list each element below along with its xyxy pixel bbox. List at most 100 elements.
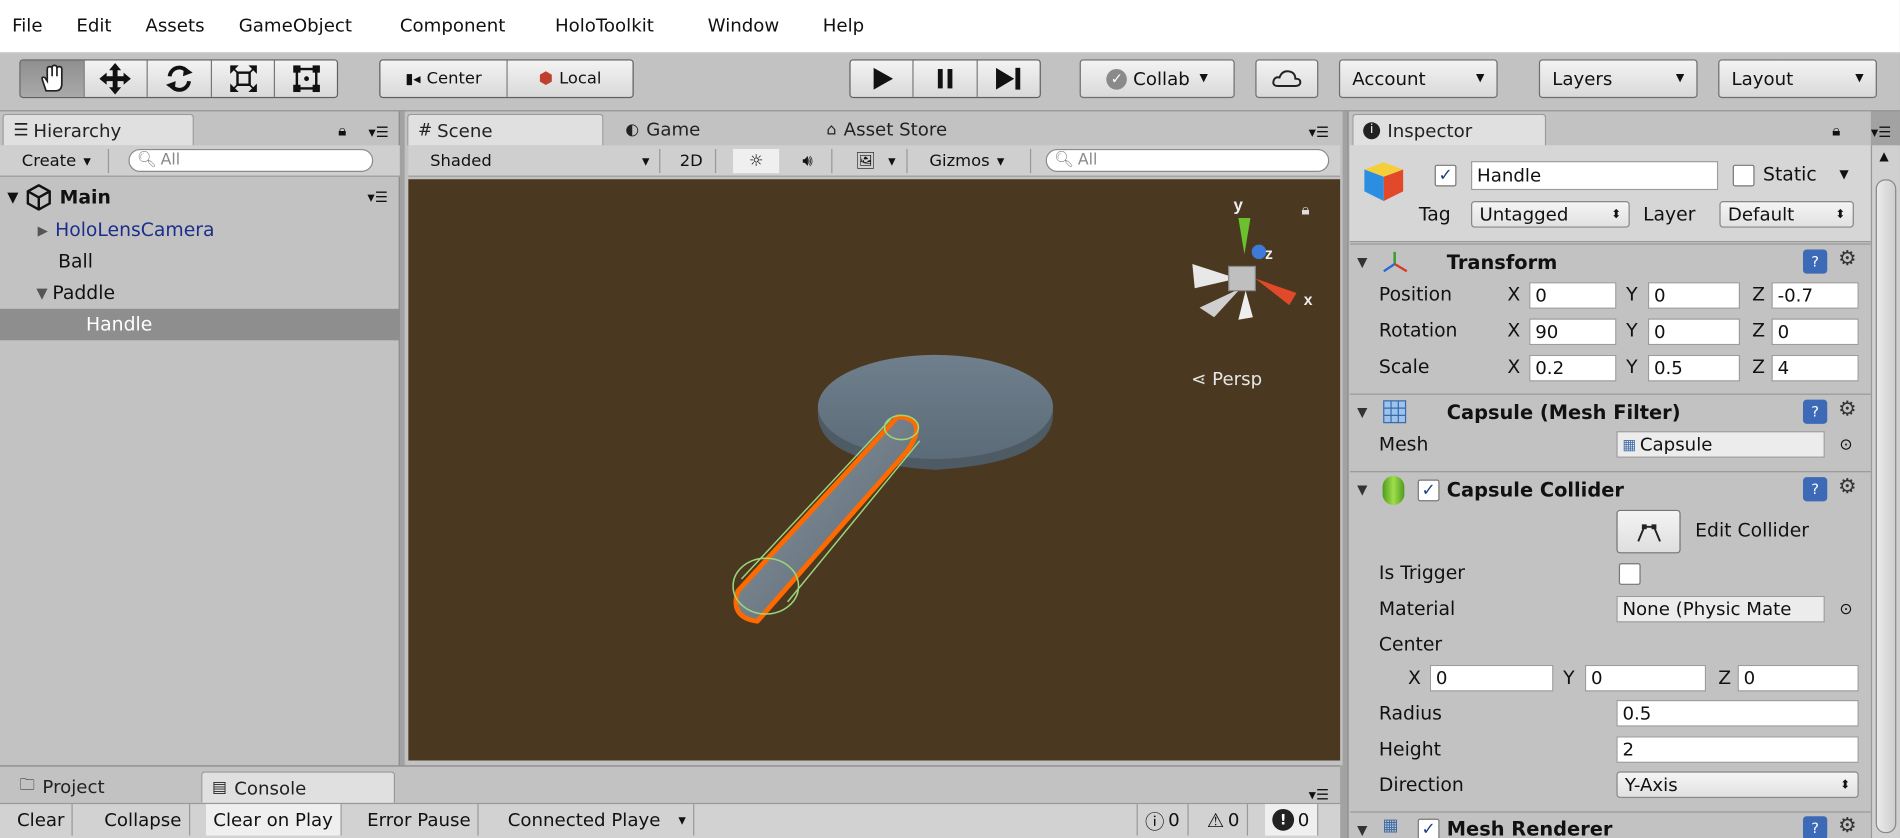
gear-icon[interactable]: ⚙	[1838, 814, 1856, 838]
error-pause-toggle[interactable]: Error Pause	[360, 804, 480, 836]
move-tool-button[interactable]	[84, 60, 149, 97]
audio-toggle[interactable]: 🔊︎	[784, 148, 833, 174]
tab-console[interactable]: ▤ Console	[201, 771, 396, 803]
menu-holotoolkit[interactable]: HoloToolkit	[555, 15, 654, 37]
step-button[interactable]	[977, 60, 1040, 97]
tag-dropdown[interactable]: Untagged ⬍	[1471, 201, 1630, 228]
menu-window[interactable]: Window	[708, 15, 780, 37]
hierarchy-item-hololenscamera[interactable]: ▶ HoloLensCamera	[0, 214, 400, 245]
perspective-toggle[interactable]: ⋖ Persp	[1191, 368, 1262, 390]
cloud-button[interactable]	[1255, 59, 1319, 99]
static-dropdown-icon[interactable]: ▼	[1839, 168, 1848, 181]
gear-icon[interactable]: ⚙	[1838, 475, 1856, 499]
scene-search-input[interactable]: 🔍︎ All	[1045, 148, 1330, 172]
fold-down-icon[interactable]: ▼	[1357, 482, 1367, 498]
handle-capsule[interactable]	[732, 414, 921, 624]
center-y-field[interactable]: 0	[1584, 664, 1707, 692]
fold-down-icon[interactable]: ▼	[1357, 822, 1367, 838]
height-field[interactable]: 2	[1616, 736, 1859, 763]
panel-menu-icon[interactable]: ▾☰	[1309, 786, 1329, 803]
hand-tool-button[interactable]	[20, 60, 85, 97]
paddle-disc[interactable]	[817, 354, 1053, 470]
layers-dropdown[interactable]: Layers ▼	[1538, 59, 1698, 99]
fold-down-icon[interactable]: ▼	[1357, 404, 1367, 420]
clear-on-play-toggle[interactable]: Clear on Play	[205, 804, 342, 836]
direction-dropdown[interactable]: Y-Axis ⬍	[1616, 771, 1859, 799]
help-book-icon[interactable]: ?	[1803, 399, 1828, 424]
pivot-local-button[interactable]: ⬢ Local	[507, 60, 633, 97]
panel-menu-icon[interactable]: ▾☰	[368, 124, 388, 141]
tab-hierarchy[interactable]: ☰ Hierarchy	[2, 113, 194, 146]
help-book-icon[interactable]: ?	[1803, 816, 1828, 838]
rotate-tool-button[interactable]	[148, 60, 212, 97]
pause-button[interactable]	[914, 60, 978, 97]
layout-dropdown[interactable]: Layout ▼	[1718, 59, 1877, 99]
orientation-gizmo[interactable]: y z x	[1178, 191, 1336, 336]
collider-enabled-checkbox[interactable]: ✓	[1417, 479, 1440, 502]
collapse-button[interactable]: Collapse	[97, 804, 190, 836]
error-filter-toggle[interactable]: ! 0	[1265, 804, 1318, 836]
mode-2d-toggle[interactable]: 2D	[668, 148, 717, 174]
inspector-scrollbar[interactable]: ▲	[1870, 145, 1900, 838]
is-trigger-checkbox[interactable]	[1618, 563, 1641, 585]
menu-gameobject[interactable]: GameObject	[239, 15, 352, 37]
clear-button[interactable]: Clear	[10, 804, 73, 836]
scale-x-field[interactable]: 0.2	[1529, 354, 1617, 382]
position-z-field[interactable]: -0.7	[1771, 282, 1859, 309]
rect-tool-button[interactable]	[275, 60, 337, 97]
scene-viewport[interactable]: y z x 🔒︎ ⋖ Persp	[408, 179, 1341, 761]
shading-dropdown[interactable]: Shaded ▼	[418, 148, 661, 174]
menu-file[interactable]: File	[12, 15, 42, 37]
rotation-z-field[interactable]: 0	[1771, 318, 1859, 346]
gear-icon[interactable]: ⚙	[1838, 247, 1856, 271]
tab-inspector[interactable]: i Inspector	[1352, 113, 1547, 146]
scrollbar-thumb[interactable]	[1875, 179, 1897, 834]
tab-game[interactable]: ◐ Game	[616, 114, 798, 145]
center-z-field[interactable]: 0	[1737, 664, 1859, 692]
position-y-field[interactable]: 0	[1647, 282, 1741, 309]
gear-icon[interactable]: ⚙	[1838, 397, 1856, 421]
fold-down-icon[interactable]: ▼	[36, 285, 47, 302]
fold-down-icon[interactable]: ▼	[1357, 254, 1367, 270]
menu-component[interactable]: Component	[400, 15, 506, 37]
menu-help[interactable]: Help	[823, 15, 864, 37]
hierarchy-item-ball[interactable]: Ball	[0, 246, 400, 277]
object-picker-icon[interactable]: ⊙	[1839, 436, 1852, 454]
lighting-toggle[interactable]: ☼	[733, 148, 780, 174]
mesh-field[interactable]: ▦ Capsule	[1616, 431, 1825, 458]
gizmos-dropdown[interactable]: Gizmos ▼	[929, 148, 1032, 174]
create-dropdown[interactable]: Create ▼	[10, 148, 110, 174]
scale-tool-button[interactable]	[211, 60, 276, 97]
center-x-field[interactable]: 0	[1429, 664, 1554, 692]
tab-asset-store[interactable]: ⌂ Asset Store	[817, 114, 1023, 145]
fold-right-icon[interactable]: ▶	[38, 222, 48, 238]
play-button[interactable]	[850, 60, 915, 97]
scale-y-field[interactable]: 0.5	[1647, 354, 1741, 382]
lock-icon[interactable]: 🔒︎	[1832, 122, 1840, 140]
help-book-icon[interactable]: ?	[1803, 249, 1828, 274]
position-x-field[interactable]: 0	[1529, 282, 1617, 309]
rotation-y-field[interactable]: 0	[1647, 318, 1741, 346]
radius-field[interactable]: 0.5	[1616, 699, 1859, 727]
collab-dropdown[interactable]: ✓ Collab ▼	[1079, 59, 1235, 99]
panel-menu-icon[interactable]: ▾☰	[1309, 124, 1329, 141]
renderer-enabled-checkbox[interactable]: ✓	[1417, 818, 1440, 838]
scene-row[interactable]: ▼ Main ▾☰	[0, 182, 400, 213]
active-checkbox[interactable]: ✓	[1434, 164, 1457, 187]
hierarchy-item-paddle[interactable]: ▼ Paddle	[0, 277, 400, 308]
rotation-x-field[interactable]: 90	[1529, 318, 1617, 346]
menu-edit[interactable]: Edit	[76, 15, 111, 37]
lock-icon[interactable]: 🔒︎	[338, 122, 346, 140]
hierarchy-item-handle[interactable]: Handle	[0, 308, 400, 341]
scene-menu-icon[interactable]: ▾☰	[367, 189, 387, 206]
static-checkbox[interactable]	[1732, 164, 1755, 187]
effects-dropdown[interactable]: 🖼︎ ▼	[845, 148, 908, 174]
lock-icon[interactable]: 🔒︎	[1301, 201, 1309, 219]
info-filter-toggle[interactable]: ⓘ 0	[1136, 804, 1189, 836]
account-dropdown[interactable]: Account ▼	[1338, 59, 1498, 99]
pivot-center-button[interactable]: ▮◂ Center	[380, 60, 508, 97]
layer-dropdown[interactable]: Default ⬍	[1719, 201, 1854, 228]
help-book-icon[interactable]: ?	[1803, 477, 1828, 502]
edit-collider-button[interactable]	[1616, 509, 1681, 554]
panel-menu-icon[interactable]: ▾☰	[1871, 124, 1891, 141]
